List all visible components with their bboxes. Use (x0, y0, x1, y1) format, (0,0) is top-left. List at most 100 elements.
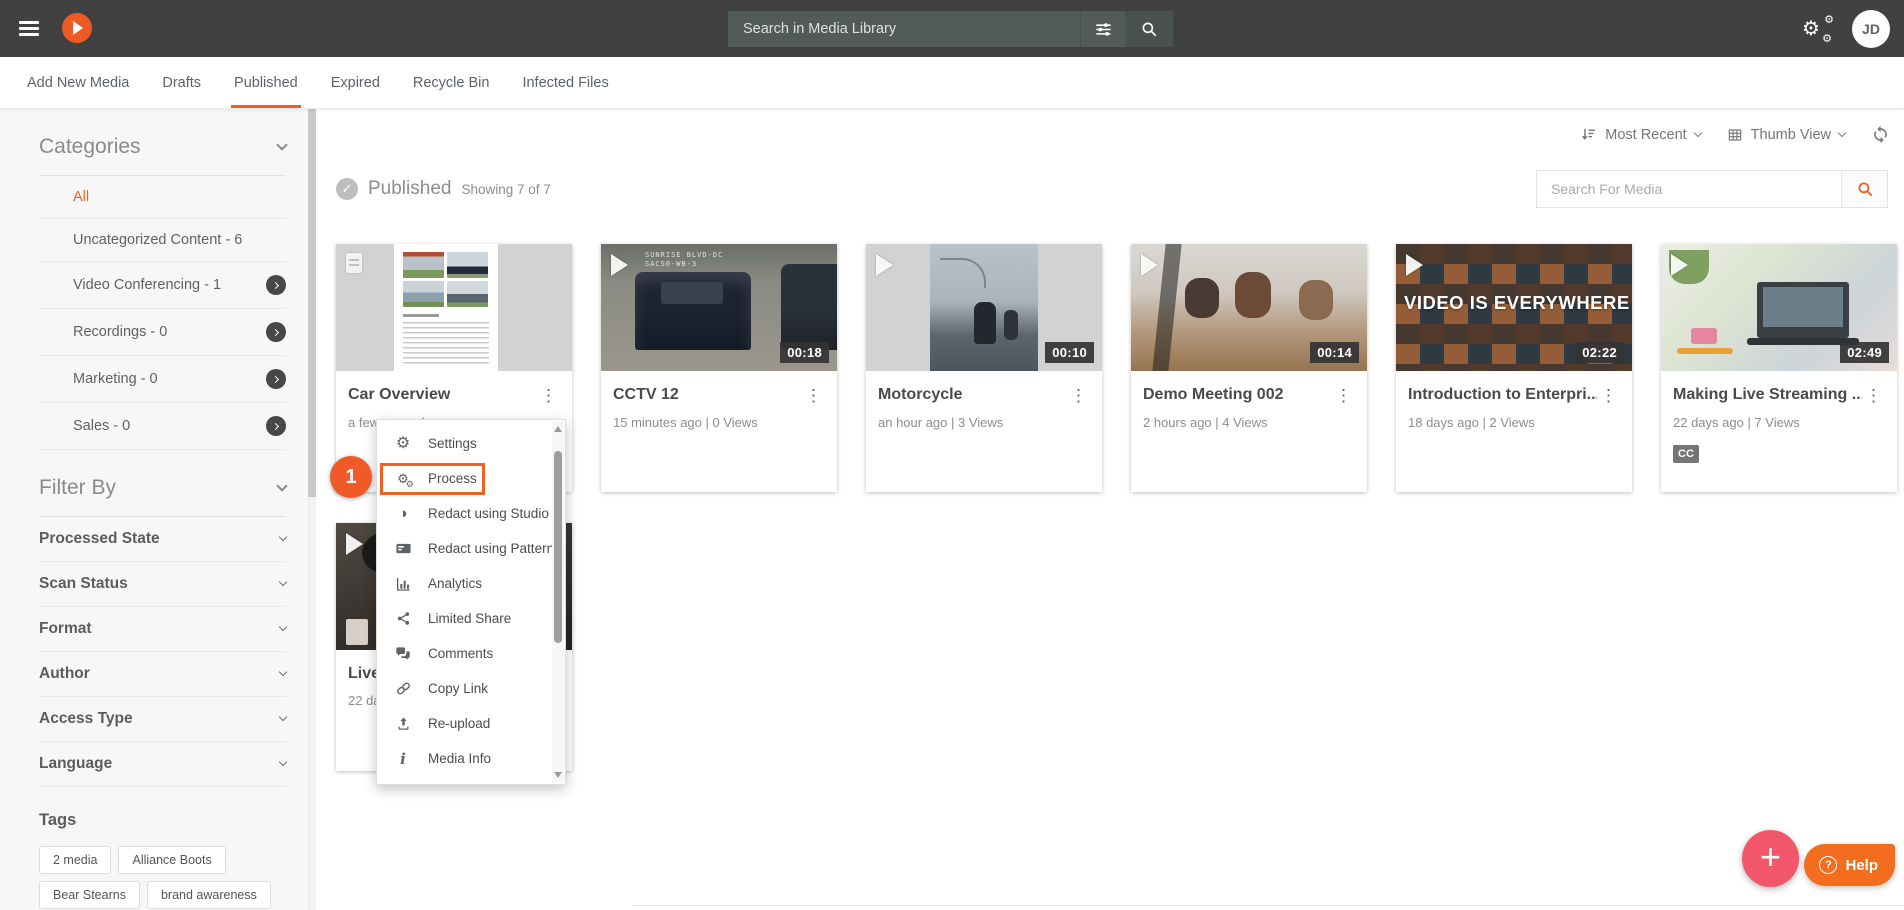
circle-chevron-right-icon[interactable] (266, 322, 286, 342)
gear-icon: ⚙ (394, 436, 412, 452)
menu-item-redact-using-studio[interactable]: ◑ Redact using Studio (377, 496, 565, 531)
tag-chip[interactable]: 2 media (39, 846, 111, 874)
add-media-fab[interactable]: + (1742, 830, 1799, 887)
sort-dropdown[interactable]: Most Recent (1580, 126, 1700, 143)
tag-chip[interactable]: Bear Stearns (39, 881, 140, 909)
filter-access-type[interactable]: Access Type (39, 697, 286, 742)
help-button[interactable]: ? Help (1804, 844, 1895, 886)
scroll-down-arrow-icon[interactable] (554, 772, 562, 778)
kebab-menu-icon[interactable]: ⋮ (1067, 386, 1090, 405)
menu-item-analytics[interactable]: Analytics (377, 566, 565, 601)
media-card-cctv-12[interactable]: SUNRISE BLVD-DCSACS0-WB-3 00:18 CCTV 12 … (601, 244, 837, 492)
search-filter-button[interactable] (1080, 11, 1125, 47)
circle-chevron-right-icon[interactable] (266, 416, 286, 436)
filter-author[interactable]: Author (39, 652, 286, 697)
media-meta: an hour ago | 3 Views (878, 415, 1090, 430)
categories-header[interactable]: Categories (39, 135, 286, 159)
category-item-uncategorized[interactable]: Uncategorized Content - 6 (39, 219, 286, 262)
menu-scrollbar[interactable] (552, 421, 564, 783)
play-logo-icon (73, 21, 83, 35)
hamburger-menu-icon[interactable] (19, 21, 39, 39)
media-thumbnail[interactable]: 00:10 (866, 244, 1102, 371)
search-icon (1856, 180, 1874, 198)
menu-item-redact-using-pattern[interactable]: Redact using Pattern (377, 531, 565, 566)
filter-format[interactable]: Format (39, 607, 286, 652)
circle-chevron-right-icon[interactable] (266, 275, 286, 295)
media-thumbnail[interactable]: 02:49 (1661, 244, 1897, 371)
category-item-sales[interactable]: Sales - 0 (39, 403, 286, 450)
menu-label: Limited Share (428, 611, 511, 626)
tab-add-new-media[interactable]: Add New Media (27, 57, 129, 108)
kebab-menu-icon[interactable]: ⋮ (1597, 386, 1620, 405)
media-thumbnail[interactable]: SUNRISE BLVD-DCSACS0-WB-3 00:18 (601, 244, 837, 371)
menu-item-copy-link[interactable]: Copy Link (377, 671, 565, 706)
library-tabs: Add New Media Drafts Published Expired R… (0, 57, 1904, 109)
link-icon (394, 680, 412, 697)
filter-label: Format (39, 620, 92, 638)
media-search-input[interactable] (1537, 171, 1841, 207)
media-search-button[interactable] (1841, 171, 1887, 207)
media-card-demo-meeting-002[interactable]: 00:14 Demo Meeting 002 ⋮ 2 hours ago | 4… (1131, 244, 1367, 492)
tab-drafts[interactable]: Drafts (162, 57, 201, 108)
filter-scan-status[interactable]: Scan Status (39, 562, 286, 607)
app-logo[interactable] (62, 13, 92, 43)
tab-expired[interactable]: Expired (331, 57, 380, 108)
circle-chevron-right-icon[interactable] (266, 369, 286, 389)
process-highlight-box (380, 463, 485, 495)
kebab-menu-icon[interactable]: ⋮ (537, 386, 560, 405)
category-item-marketing[interactable]: Marketing - 0 (39, 356, 286, 403)
menu-label: Copy Link (428, 681, 488, 696)
filter-language[interactable]: Language (39, 742, 286, 787)
user-avatar[interactable]: JD (1852, 10, 1890, 48)
scroll-up-arrow-icon[interactable] (554, 426, 562, 432)
tag-chip[interactable]: brand awareness (147, 881, 271, 909)
tab-recycle-bin[interactable]: Recycle Bin (413, 57, 490, 108)
media-card-introduction[interactable]: VIDEO IS EVERYWHERE 02:22 Introduction t… (1396, 244, 1632, 492)
tab-published[interactable]: Published (234, 57, 298, 108)
results-count: Showing 7 of 7 (461, 182, 550, 197)
sidebar-scrollbar-thumb[interactable] (308, 109, 316, 497)
menu-item-comments[interactable]: Comments (377, 636, 565, 671)
tab-infected-files[interactable]: Infected Files (522, 57, 608, 108)
play-icon (1671, 254, 1688, 276)
kebab-menu-icon[interactable]: ⋮ (1862, 386, 1885, 405)
menu-item-limited-share[interactable]: Limited Share (377, 601, 565, 636)
filter-by-header[interactable]: Filter By (39, 476, 286, 500)
refresh-icon[interactable] (1871, 125, 1890, 144)
grid-view-icon (1727, 127, 1743, 143)
category-item-recordings[interactable]: Recordings - 0 (39, 309, 286, 356)
category-item-all[interactable]: All (39, 176, 286, 219)
document-preview (394, 244, 498, 371)
media-card-motorcycle[interactable]: 00:10 Motorcycle ⋮ an hour ago | 3 Views (866, 244, 1102, 492)
category-item-video-conferencing[interactable]: Video Conferencing - 1 (39, 262, 286, 309)
filter-processed-state[interactable]: Processed State (39, 517, 286, 562)
play-icon (876, 254, 893, 276)
sidebar-scrollbar[interactable] (308, 109, 316, 910)
question-mark-icon: ? (1819, 856, 1837, 874)
sort-icon (1580, 126, 1597, 143)
menu-label: Analytics (428, 576, 482, 591)
kebab-menu-icon[interactable]: ⋮ (802, 386, 825, 405)
media-thumbnail[interactable] (336, 244, 572, 371)
menu-label: Redact using Pattern (428, 541, 554, 556)
menu-item-media-info[interactable]: i Media Info (377, 741, 565, 776)
admin-settings-gears-icon[interactable]: ⚙⚙⚙ (1802, 19, 1832, 39)
menu-label: Re-upload (428, 716, 490, 731)
media-thumbnail[interactable]: 00:14 (1131, 244, 1367, 371)
tags-chips: 2 media Alliance Boots Bear Stearns bran… (39, 846, 286, 910)
filter-by-title: Filter By (39, 476, 116, 500)
help-label: Help (1845, 857, 1878, 874)
menu-scrollbar-thumb[interactable] (554, 451, 562, 643)
view-dropdown[interactable]: Thumb View (1727, 127, 1845, 143)
tag-chip[interactable]: Alliance Boots (118, 846, 225, 874)
published-check-icon: ✓ (336, 178, 358, 200)
cc-badge: CC (1673, 445, 1699, 463)
search-submit-button[interactable] (1125, 11, 1173, 47)
media-library-search-input[interactable] (728, 11, 1080, 47)
menu-item-re-upload[interactable]: Re-upload (377, 706, 565, 741)
kebab-menu-icon[interactable]: ⋮ (1332, 386, 1355, 405)
media-card-making-live-streaming[interactable]: 02:49 Making Live Streaming ... ⋮ 22 day… (1661, 244, 1897, 492)
media-thumbnail[interactable]: VIDEO IS EVERYWHERE 02:22 (1396, 244, 1632, 371)
menu-item-settings[interactable]: ⚙ Settings (377, 426, 565, 461)
category-label: Sales - 0 (73, 418, 130, 434)
